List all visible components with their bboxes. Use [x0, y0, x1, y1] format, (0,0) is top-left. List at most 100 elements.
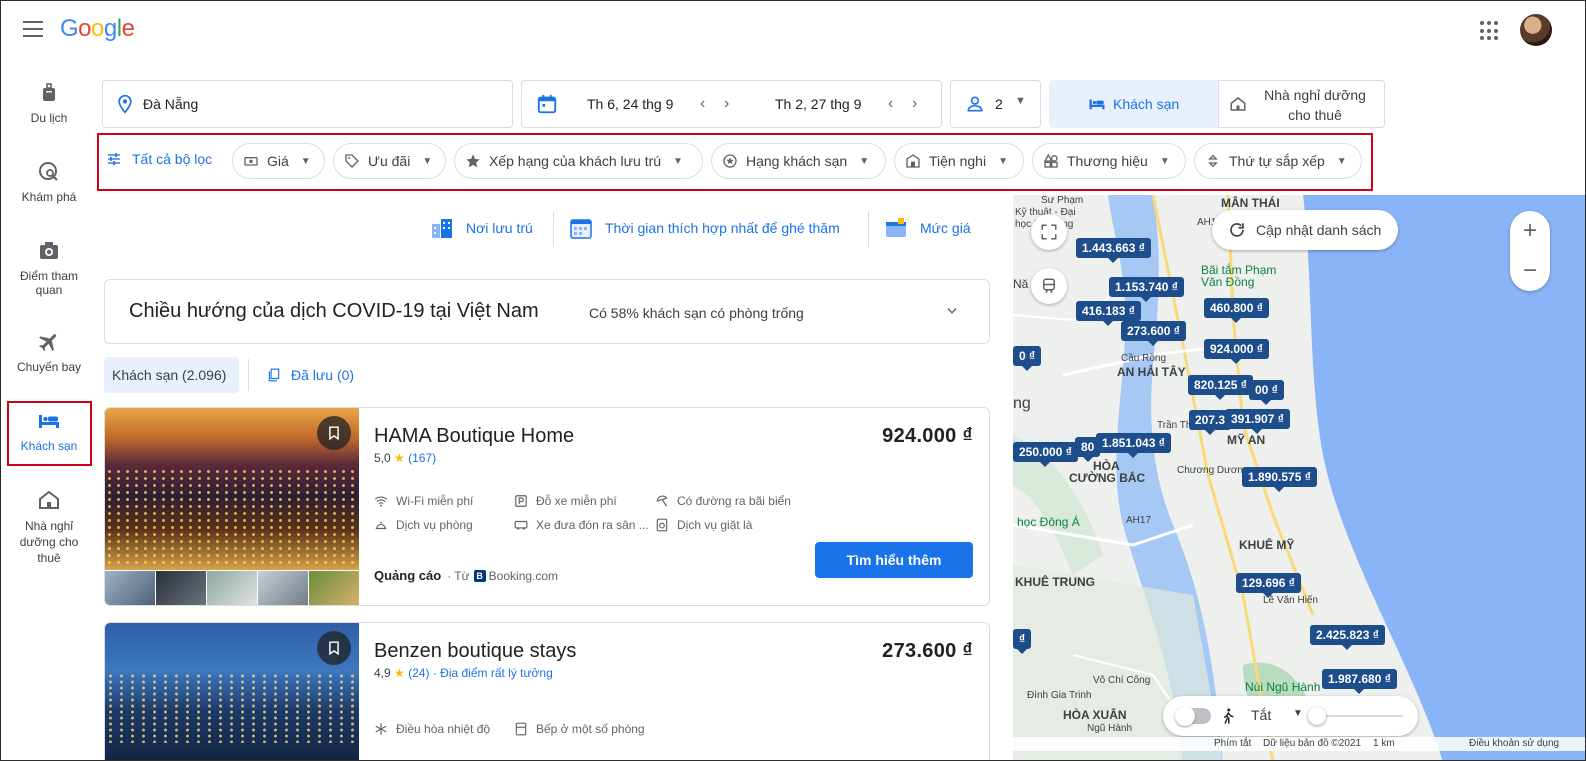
- hotel-price[interactable]: 924.000 ₫: [882, 425, 973, 448]
- apps-grid-icon[interactable]: [1480, 21, 1500, 41]
- travel-mode-label: Tắt: [1251, 707, 1272, 723]
- map[interactable]: Sư Phạm Kỹ thuật - Đại học Đà Nẵng MÂN T…: [1013, 195, 1585, 760]
- filter-chip-sort[interactable]: Thứ tự sắp xếp ▼: [1194, 143, 1362, 179]
- google-logo[interactable]: Google: [60, 15, 135, 43]
- map-price-tag[interactable]: 416.183 ₫: [1076, 301, 1141, 326]
- rail-item-hotels[interactable]: Khách sạn: [7, 409, 91, 453]
- date-picker[interactable]: Th 6, 24 thg 9 ‹ › Th 2, 27 thg 9 ‹ ›: [521, 80, 942, 128]
- all-filters-label: Tất cả bộ lọc: [132, 151, 213, 167]
- insight-best-time[interactable]: Thời gian thích hợp nhất để ghé thăm: [569, 213, 840, 243]
- filter-chip-price[interactable]: Giá ▼: [232, 143, 325, 179]
- hotel-card[interactable]: HAMA Boutique Home 924.000 ₫ 5,0 ★ (167)…: [104, 407, 990, 606]
- update-list-button[interactable]: Cập nhật danh sách: [1212, 210, 1398, 250]
- guests-selector[interactable]: 2 ▼: [950, 80, 1041, 128]
- hotel-name[interactable]: HAMA Boutique Home: [374, 425, 574, 448]
- map-price-tag[interactable]: 1.443.663 ₫: [1076, 238, 1151, 263]
- thumbnail[interactable]: [258, 571, 308, 605]
- thumbnail[interactable]: [105, 571, 155, 605]
- dropdown-arrow-icon: ▼: [1336, 155, 1347, 167]
- transit-layer-button[interactable]: [1031, 268, 1067, 304]
- hotel-class-icon: [723, 154, 737, 168]
- avatar[interactable]: [1520, 14, 1552, 46]
- ad-attribution: Quảng cáo · Từ B Booking.com: [374, 568, 558, 583]
- rating-value: 4,9: [374, 666, 391, 680]
- insight-where-to-stay[interactable]: Nơi lưu trú: [430, 213, 533, 243]
- hotel-card[interactable]: Benzen boutique stays 273.600 ₫ 4,9 ★ (2…: [104, 622, 990, 760]
- map-price-tag[interactable]: 820.125 ₫: [1188, 375, 1253, 400]
- checkout-date[interactable]: Th 2, 27 thg 9: [775, 96, 861, 112]
- checkout-prev-icon[interactable]: ‹: [888, 95, 893, 113]
- thumbnail[interactable]: [207, 571, 257, 605]
- travel-mode-dropdown-icon[interactable]: ▼: [1293, 708, 1303, 719]
- map-price-tag[interactable]: 250.000 ₫: [1013, 442, 1078, 467]
- all-filters-button[interactable]: Tất cả bộ lọc: [106, 151, 212, 167]
- map-price-tag[interactable]: 00 ₫: [1249, 380, 1284, 405]
- map-price-tag[interactable]: 1.890.575 ₫: [1242, 467, 1317, 492]
- checkin-prev-icon[interactable]: ‹: [700, 95, 705, 113]
- checkin-next-icon[interactable]: ›: [724, 95, 729, 113]
- map-price-tag[interactable]: 391.907 ₫: [1225, 409, 1290, 434]
- filter-chip-amenities[interactable]: Tiện nghi ▼: [894, 143, 1024, 179]
- learn-more-button[interactable]: Tìm hiểu thêm: [815, 542, 973, 578]
- map-price-tag[interactable]: 1.851.043 ₫: [1096, 433, 1171, 458]
- filter-chip-brands[interactable]: Thương hiệu ▼: [1032, 143, 1186, 179]
- train-icon: [1043, 278, 1055, 294]
- rail-label: Khám phá: [21, 190, 77, 204]
- destination-field[interactable]: Đà Nẵng: [102, 80, 513, 128]
- map-price-tag[interactable]: 273.600 ₫: [1121, 321, 1186, 346]
- tab-saved[interactable]: Đã lưu (0): [267, 367, 354, 383]
- map-price-tag[interactable]: 1.153.740 ₫: [1109, 277, 1184, 302]
- tab-vacation-rentals[interactable]: Nhà nghỉ dưỡng cho thuê: [1218, 80, 1385, 128]
- rail-item-things-to-do[interactable]: Điểm tham quan: [7, 239, 91, 297]
- saved-icon: [268, 368, 280, 382]
- checkin-date[interactable]: Th 6, 24 thg 9: [587, 96, 673, 112]
- map-footer: Phím tắt Dữ liệu bản đồ ©2021 1 km Điều …: [1013, 737, 1585, 751]
- filter-chip-guest-rating[interactable]: Xếp hạng của khách lưu trú ▼: [454, 143, 703, 179]
- map-place: MỸ AN: [1227, 433, 1266, 447]
- filter-chip-deals[interactable]: Ưu đãi ▼: [333, 143, 446, 179]
- map-place: MÂN THÁI: [1221, 196, 1280, 210]
- hotel-price[interactable]: 273.600 ₫: [882, 640, 973, 663]
- review-count[interactable]: (167): [408, 451, 436, 465]
- map-price-tag[interactable]: 0 ₫: [1013, 346, 1042, 371]
- menu-icon[interactable]: [23, 21, 43, 37]
- wifi-icon: [374, 496, 388, 507]
- rail-item-vacation-rentals[interactable]: Nhà nghỉ dưỡng cho thuê: [7, 488, 91, 566]
- travel-time-toggle[interactable]: [1175, 706, 1211, 726]
- thumbnail[interactable]: [156, 571, 206, 605]
- map-place: KHUÊ MỸ: [1239, 538, 1295, 552]
- travel-time-slider[interactable]: [1308, 707, 1403, 725]
- terms-link[interactable]: Điều khoản sử dụng: [1469, 738, 1559, 749]
- hotel-name[interactable]: Benzen boutique stays: [374, 640, 576, 663]
- map-price-tag[interactable]: 924.000 ₫: [1204, 339, 1269, 364]
- keyboard-shortcuts-link[interactable]: Phím tắt: [1214, 738, 1251, 749]
- bed-icon: [1089, 99, 1105, 110]
- zoom-out-button[interactable]: −: [1510, 251, 1550, 291]
- map-price-tag[interactable]: 2.425.823 ₫: [1310, 625, 1385, 650]
- rail-item-explore[interactable]: Khám phá: [7, 160, 91, 204]
- filter-chip-hotel-class[interactable]: Hạng khách sạn ▼: [711, 143, 886, 179]
- tab-hotels[interactable]: Khách sạn: [1049, 80, 1218, 128]
- map-data-credit: Dữ liệu bản đồ ©2021: [1263, 738, 1362, 749]
- covid-trend-card[interactable]: Chiều hướng của dịch COVID-19 tại Việt N…: [104, 279, 990, 344]
- save-button[interactable]: [317, 631, 351, 665]
- insight-prices[interactable]: Mức giá: [884, 213, 971, 243]
- tab-hotel-results[interactable]: Khách sạn (2.096): [104, 357, 239, 393]
- thumbnail[interactable]: [309, 571, 359, 605]
- map-price-tag[interactable]: 460.800 ₫: [1204, 298, 1269, 323]
- rail-item-travel[interactable]: Du lịch: [7, 81, 91, 125]
- chevron-down-icon[interactable]: [945, 304, 959, 318]
- map-place: Núi Ngũ Hành: [1245, 680, 1321, 694]
- zoom-in-button[interactable]: +: [1510, 211, 1550, 251]
- checkout-next-icon[interactable]: ›: [912, 95, 917, 113]
- save-button[interactable]: [317, 416, 351, 450]
- map-price-tag[interactable]: 1.987.680 ₫: [1322, 669, 1397, 694]
- review-count[interactable]: (24): [408, 666, 429, 680]
- map-price-tag[interactable]: ₫: [1013, 629, 1032, 654]
- amenity-laundry: Dịch vụ giặt là: [655, 518, 752, 532]
- fullscreen-button[interactable]: [1031, 214, 1067, 250]
- map-price-tag[interactable]: 129.696 ₫: [1236, 573, 1301, 598]
- ad-from: · Từ: [447, 568, 470, 583]
- rail-item-flights[interactable]: Chuyến bay: [7, 330, 91, 374]
- room-service-icon: [375, 521, 387, 530]
